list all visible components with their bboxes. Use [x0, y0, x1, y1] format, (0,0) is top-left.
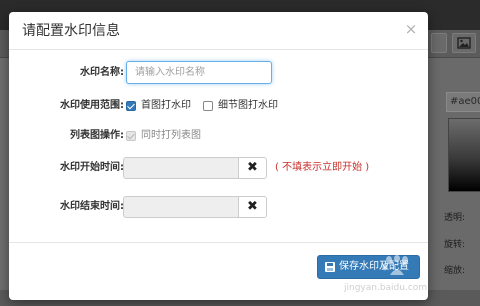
end-time-clear-button[interactable]: ✖ [238, 196, 267, 218]
dialog-title: 请配置水印信息 [22, 23, 120, 39]
list-image-action-label: 列表图操作: [70, 130, 124, 141]
first-image-checkbox[interactable] [126, 101, 136, 111]
rotate-label: 旋转: [444, 240, 466, 250]
close-icon[interactable]: × [404, 20, 418, 38]
dialog-header: 请配置水印信息 × [9, 12, 428, 50]
site-watermark-text: jingyan.baidu.com [344, 283, 428, 293]
first-image-checkbox-label[interactable]: 首图打水印 [141, 99, 191, 113]
end-time-label: 水印结束时间: [60, 201, 124, 212]
times-icon: ✖ [247, 199, 258, 214]
end-time-input[interactable] [123, 196, 239, 218]
baidu-paw-logo [382, 255, 408, 275]
detail-image-checkbox-label[interactable]: 细节图打水印 [218, 99, 278, 113]
toolbar-button[interactable] [431, 33, 447, 53]
color-picker-gradient[interactable] [448, 118, 480, 192]
times-icon: ✖ [247, 160, 258, 175]
floppy-disk-icon [325, 262, 335, 272]
image-icon[interactable] [452, 33, 476, 53]
scale-label: 缩放: [444, 266, 466, 276]
watermark-config-dialog: 请配置水印信息 × 水印名称: 水印使用范围: 首图打水印 细节图打水印 列表图… [9, 12, 428, 300]
opacity-label: 透明: [444, 213, 466, 223]
color-value-input[interactable]: #ae00 [446, 92, 480, 112]
detail-image-checkbox[interactable] [203, 101, 213, 111]
list-image-checkbox [126, 131, 136, 141]
start-time-input[interactable] [123, 157, 239, 179]
start-time-clear-button[interactable]: ✖ [238, 157, 267, 179]
watermark-name-label: 水印名称: [80, 67, 124, 78]
start-time-label: 水印开始时间: [60, 162, 124, 173]
watermark-scope-label: 水印使用范围: [60, 100, 124, 111]
start-time-hint: ( 不填表示立即开始 ) [275, 162, 370, 173]
watermark-name-input[interactable] [126, 61, 272, 84]
list-image-checkbox-label: 同时打列表图 [141, 130, 201, 141]
